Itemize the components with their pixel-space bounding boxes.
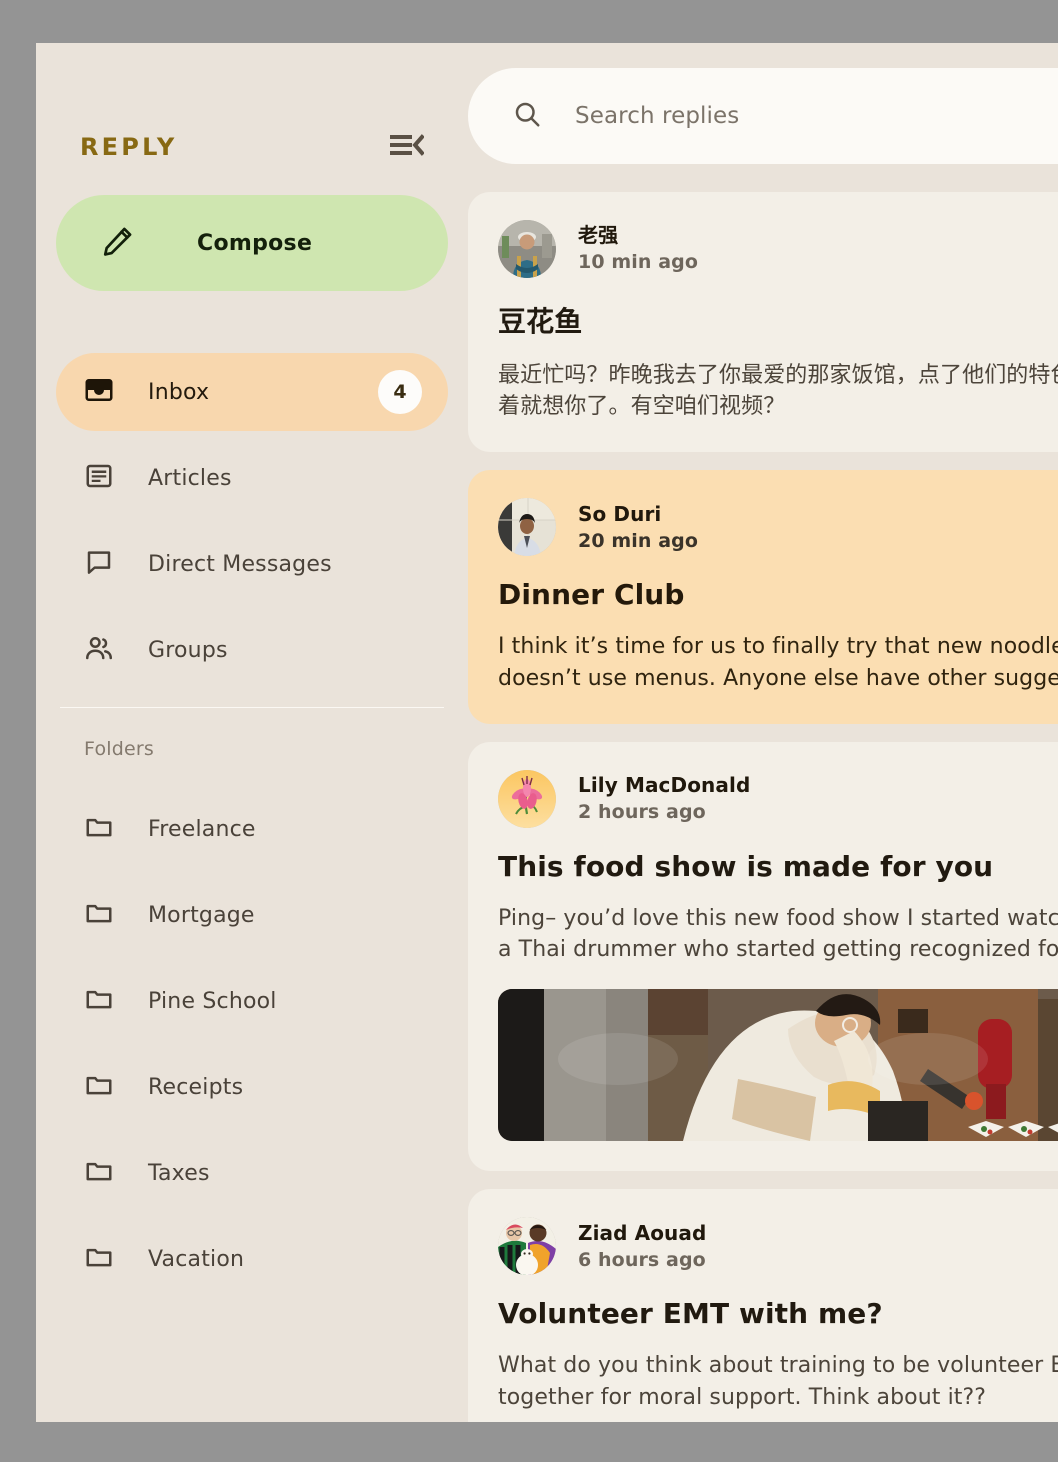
email-card-meta: Lily MacDonald 2 hours ago xyxy=(578,772,750,826)
timestamp: 6 hours ago xyxy=(578,1248,706,1271)
folder-icon xyxy=(84,1242,114,1276)
sidebar-item-groups[interactable]: Groups xyxy=(56,611,448,689)
sender-name: Ziad Aouad xyxy=(578,1220,707,1245)
sidebar-header: REPLY xyxy=(80,116,425,178)
folder-label: Pine School xyxy=(148,988,277,1014)
sidebar-folder-freelance[interactable]: Freelance xyxy=(56,786,448,872)
email-card-header: Lily MacDonald 2 hours ago xyxy=(498,769,1058,828)
people-icon xyxy=(84,633,114,667)
timestamp: 10 min ago xyxy=(578,251,698,274)
folder-icon xyxy=(84,812,114,846)
app-brand-title: REPLY xyxy=(80,133,178,161)
email-subject: This food show is made for you xyxy=(498,849,994,883)
sidebar-item-label: Articles xyxy=(148,465,232,491)
email-card-meta: Ziad Aouad 6 hours ago xyxy=(578,1220,706,1274)
folder-label: Mortgage xyxy=(148,902,255,928)
email-preview: I think it’s time for us to finally try … xyxy=(498,634,1058,691)
folder-label: Vacation xyxy=(148,1246,245,1272)
folder-icon xyxy=(84,984,114,1018)
folders-section-label: Folders xyxy=(84,738,155,760)
pencil-icon xyxy=(101,224,135,262)
folder-icon xyxy=(84,898,114,932)
timestamp: 20 min ago xyxy=(578,529,698,552)
email-subject: 豆花鱼 xyxy=(498,305,583,338)
sidebar-item-label: Inbox xyxy=(148,379,210,405)
sidebar-folder-receipts[interactable]: Receipts xyxy=(56,1044,448,1130)
folder-label: Receipts xyxy=(148,1074,244,1100)
folder-icon xyxy=(84,1156,114,1190)
email-preview: Ping– you’d love this new food show I st… xyxy=(498,905,1058,963)
email-card-meta: So Duri 20 min ago xyxy=(578,501,698,555)
avatar xyxy=(498,220,556,278)
sidebar-folder-pine-school[interactable]: Pine School xyxy=(56,958,448,1044)
inbox-unread-badge: 4 xyxy=(378,370,422,414)
email-card[interactable]: Ziad Aouad 6 hours ago Volunteer EMT wit… xyxy=(468,1189,1058,1422)
search-input[interactable]: Search replies xyxy=(468,68,1058,164)
search-placeholder: Search replies xyxy=(575,103,740,129)
sidebar-divider xyxy=(60,707,444,708)
email-card-list: 老强 10 min ago 豆花鱼 最近忙吗？昨晚我去了你最爱的那家饭馆，点了他… xyxy=(468,192,1058,1422)
search-icon xyxy=(512,99,542,133)
email-card-header: 老强 10 min ago xyxy=(498,220,1058,278)
sidebar-item-articles[interactable]: Articles xyxy=(56,439,448,517)
email-subject: Volunteer EMT with me? xyxy=(498,1297,883,1331)
email-attachment-image[interactable] xyxy=(498,989,1058,1142)
sender-name: 老强 xyxy=(578,223,619,248)
avatar xyxy=(498,498,556,557)
folder-icon xyxy=(84,1070,114,1104)
sidebar-item-label: Groups xyxy=(148,637,228,663)
timestamp: 2 hours ago xyxy=(578,801,706,824)
avatar xyxy=(498,1217,556,1276)
chat-bubble-icon xyxy=(84,547,114,581)
sender-name: So Duri xyxy=(578,501,662,526)
article-icon xyxy=(84,461,114,495)
email-card[interactable]: Lily MacDonald 2 hours ago This food sho… xyxy=(468,741,1058,1172)
email-list-pane: Search replies 老强 10 min ago 豆花鱼 最近忙吗？昨晚… xyxy=(468,43,1058,1422)
compose-label: Compose xyxy=(197,230,313,256)
sidebar-folder-mortgage[interactable]: Mortgage xyxy=(56,872,448,958)
compose-button[interactable]: Compose xyxy=(56,195,448,291)
email-card[interactable]: 老强 10 min ago 豆花鱼 最近忙吗？昨晚我去了你最爱的那家饭馆，点了他… xyxy=(468,192,1058,453)
menu-collapse-icon[interactable] xyxy=(390,134,425,160)
sidebar-item-inbox[interactable]: Inbox 4 xyxy=(56,353,448,431)
sidebar-folder-vacation[interactable]: Vacation xyxy=(56,1216,448,1302)
reply-app-window: REPLY Compose Inbox 4 Articles Direct Me… xyxy=(36,43,1058,1422)
email-preview: What do you think about training to be v… xyxy=(498,1353,1058,1410)
folder-label: Taxes xyxy=(148,1160,210,1186)
sidebar-folder-taxes[interactable]: Taxes xyxy=(56,1130,448,1216)
email-subject: Dinner Club xyxy=(498,578,685,612)
email-card-meta: 老强 10 min ago xyxy=(578,222,698,276)
sidebar-item-direct-messages[interactable]: Direct Messages xyxy=(56,525,448,603)
email-card[interactable]: So Duri 20 min ago Dinner Club I think i… xyxy=(468,470,1058,724)
sender-name: Lily MacDonald xyxy=(578,773,751,798)
folders-list: Freelance Mortgage Pine School Receipts … xyxy=(56,786,448,1302)
email-card-header: Ziad Aouad 6 hours ago xyxy=(498,1217,1058,1276)
inbox-icon xyxy=(84,375,114,409)
email-preview: 最近忙吗？昨晚我去了你最爱的那家饭馆，点了他们的特色 着就想你了。有空咱们视频？ xyxy=(498,363,1058,420)
email-card-header: So Duri 20 min ago xyxy=(498,498,1058,557)
sidebar-item-label: Direct Messages xyxy=(148,551,332,577)
primary-nav: Inbox 4 Articles Direct Messages Groups xyxy=(56,353,448,689)
avatar xyxy=(498,769,556,828)
folder-label: Freelance xyxy=(148,816,256,842)
sidebar: REPLY Compose Inbox 4 Articles Direct Me… xyxy=(36,43,468,1422)
